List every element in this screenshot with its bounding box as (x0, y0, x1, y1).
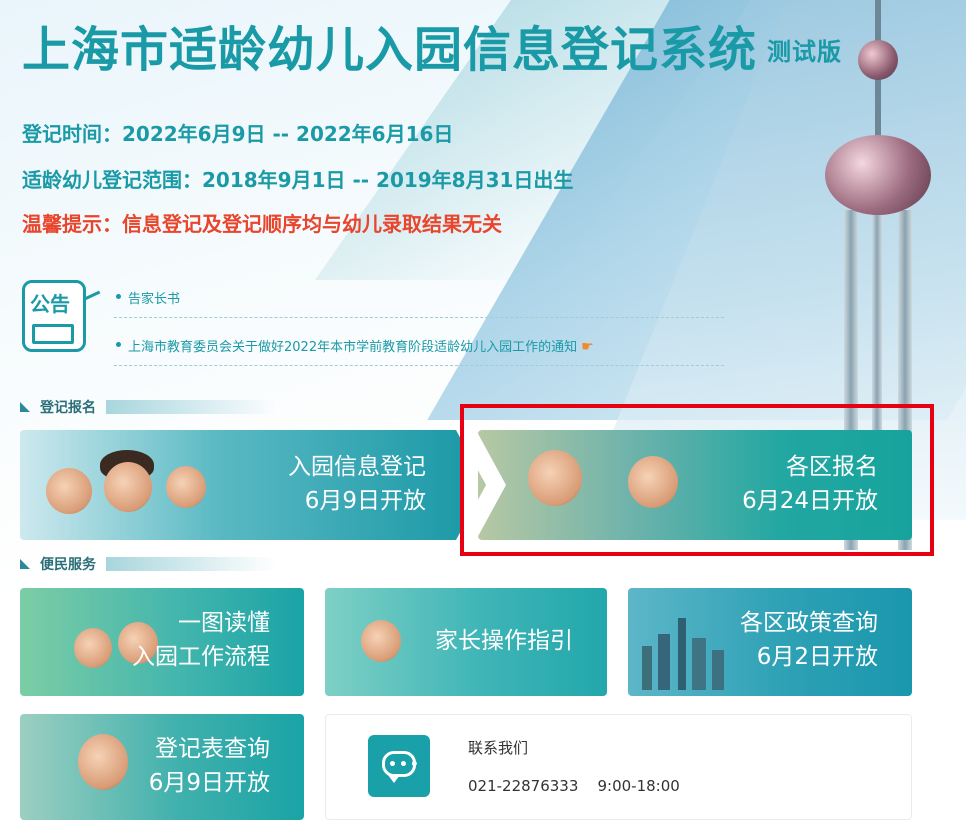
highlight-frame (460, 404, 934, 556)
parent-photo (361, 620, 401, 662)
child-photo (46, 468, 92, 514)
notice-link-edu-commission[interactable]: 上海市教育委员会关于做好2022年本市学前教育阶段适龄幼儿入园工作的通知 ☛ (114, 334, 724, 366)
child-photo (78, 734, 128, 790)
contact-panel: ••• 联系我们 021-22876333 9:00-18:00 (325, 714, 912, 820)
notice-icon: 公告 (20, 276, 104, 358)
card-guide-flow[interactable]: 一图读懂 入园工作流程 (20, 588, 304, 696)
child-photo (166, 466, 206, 508)
notice-link-parents-letter[interactable]: 告家长书 (114, 286, 724, 318)
card-form-query[interactable]: 登记表查询 6月9日开放 (20, 714, 304, 820)
chat-bubble-icon: ••• (368, 735, 430, 797)
contact-title: 联系我们 (468, 739, 529, 757)
contact-details: 021-22876333 9:00-18:00 (468, 777, 680, 795)
contact-hours: 9:00-18:00 (597, 777, 680, 795)
contact-phone: 021-22876333 (468, 777, 579, 795)
page-title-text: 上海市适龄幼儿入园信息登记系统 (22, 22, 758, 78)
child-photo (104, 462, 152, 512)
version-tag: 测试版 (767, 38, 843, 66)
section-services: 便民服务 (20, 554, 276, 574)
notice-list: 告家长书 上海市教育委员会关于做好2022年本市学前教育阶段适龄幼儿入园工作的通… (114, 286, 724, 382)
skyline-image (642, 646, 652, 690)
page-title: 上海市适龄幼儿入园信息登记系统 测试版 (22, 10, 842, 80)
card-parent-guide[interactable]: 家长操作指引 (325, 588, 607, 696)
register-time: 登记时间：2022年6月9日 -- 2022年6月16日 (22, 122, 454, 146)
card-district-policy[interactable]: 各区政策查询 6月2日开放 (628, 588, 912, 696)
notice-icon-label: 公告 (30, 292, 70, 316)
section-register: 登记报名 (20, 397, 276, 417)
card-register-info[interactable]: 入园信息登记 6月9日开放 (20, 430, 460, 540)
hand-pointer-icon: ☛ (581, 339, 594, 355)
child-photo (74, 628, 112, 668)
age-range: 适龄幼儿登记范围：2018年9月1日 -- 2019年8月31日出生 (22, 168, 574, 192)
warm-tip: 温馨提示：信息登记及登记顺序均与幼儿录取结果无关 (22, 212, 502, 236)
